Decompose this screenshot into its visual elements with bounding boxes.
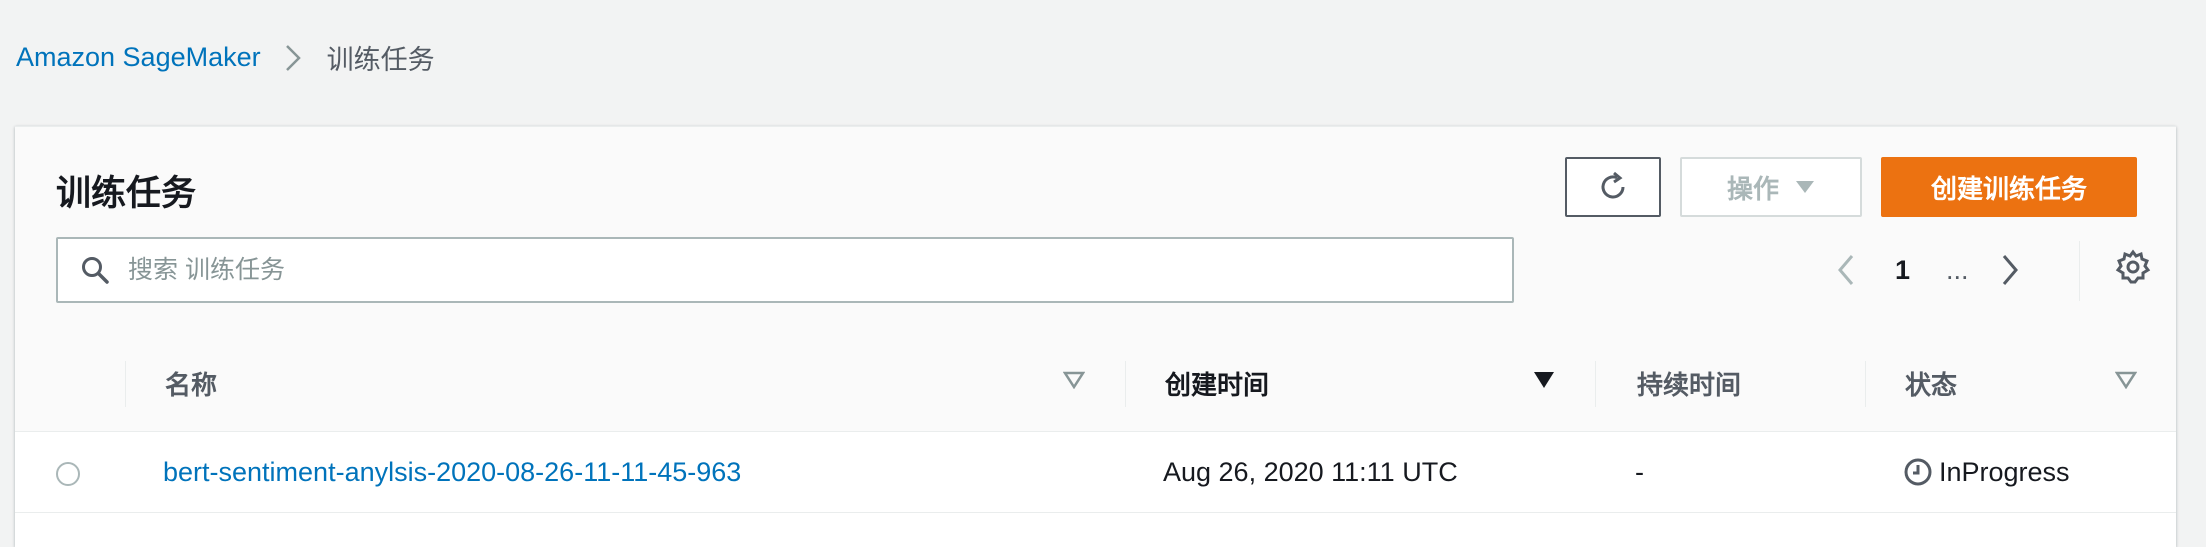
- current-page-number[interactable]: 1: [1895, 255, 1910, 286]
- duration-cell: -: [1635, 456, 1644, 487]
- caret-down-icon: [1795, 180, 1815, 194]
- panel-header: 训练任务 操作 创建训练任务 搜索 训练任务 1 ...: [15, 127, 2176, 336]
- refresh-button[interactable]: [1565, 157, 1661, 217]
- training-job-name-link[interactable]: bert-sentiment-anylsis-2020-08-26-11-11-…: [163, 432, 741, 512]
- pagination-ellipsis: ...: [1946, 254, 1969, 285]
- column-divider: [1595, 361, 1596, 407]
- actions-label: 操作: [1726, 173, 1779, 204]
- chevron-right-icon[interactable]: [2001, 254, 2019, 286]
- pagination: 1 ...: [1837, 245, 2019, 295]
- search-input[interactable]: [126, 254, 1430, 286]
- clock-icon: [1903, 457, 1933, 487]
- sort-caret-outline-icon[interactable]: [2115, 371, 2137, 389]
- column-divider: [1865, 361, 1866, 407]
- refresh-icon: [1596, 170, 1630, 204]
- table-row[interactable]: bert-sentiment-anylsis-2020-08-26-11-11-…: [15, 432, 2176, 513]
- page-title: 训练任务: [56, 174, 197, 213]
- row-select-radio[interactable]: [56, 462, 80, 486]
- status-cell: InProgress: [1903, 432, 2070, 512]
- actions-dropdown-button[interactable]: 操作: [1680, 157, 1862, 217]
- created-time-cell: Aug 26, 2020 11:11 UTC: [1163, 456, 1458, 487]
- column-header-status[interactable]: 状态: [1905, 335, 1957, 431]
- column-header-name[interactable]: 名称: [165, 335, 217, 431]
- chevron-left-icon[interactable]: [1837, 254, 1855, 286]
- search-icon: [80, 255, 110, 285]
- pagination-divider: [2079, 241, 2080, 301]
- status-text: InProgress: [1939, 456, 2070, 487]
- training-jobs-panel: 训练任务 操作 创建训练任务 搜索 训练任务 1 ... 名称 创建时间 持续时…: [15, 126, 2176, 547]
- sort-caret-filled-icon[interactable]: [1533, 371, 1555, 389]
- chevron-right-icon: [285, 44, 301, 72]
- breadcrumb-current: 训练任务: [326, 45, 435, 75]
- column-divider: [125, 361, 126, 407]
- gear-icon[interactable]: [2115, 249, 2151, 285]
- sort-caret-outline-icon[interactable]: [1063, 371, 1085, 389]
- column-header-created[interactable]: 创建时间: [1165, 335, 1269, 431]
- search-field[interactable]: [56, 237, 1514, 303]
- breadcrumb: Amazon SageMaker 训练任务: [16, 38, 435, 77]
- breadcrumb-link-sagemaker[interactable]: Amazon SageMaker: [16, 42, 261, 73]
- column-header-duration[interactable]: 持续时间: [1637, 335, 1741, 431]
- create-training-job-button[interactable]: 创建训练任务: [1881, 157, 2137, 217]
- table-header: 名称 创建时间 持续时间 状态: [15, 335, 2176, 432]
- column-divider: [1125, 361, 1126, 407]
